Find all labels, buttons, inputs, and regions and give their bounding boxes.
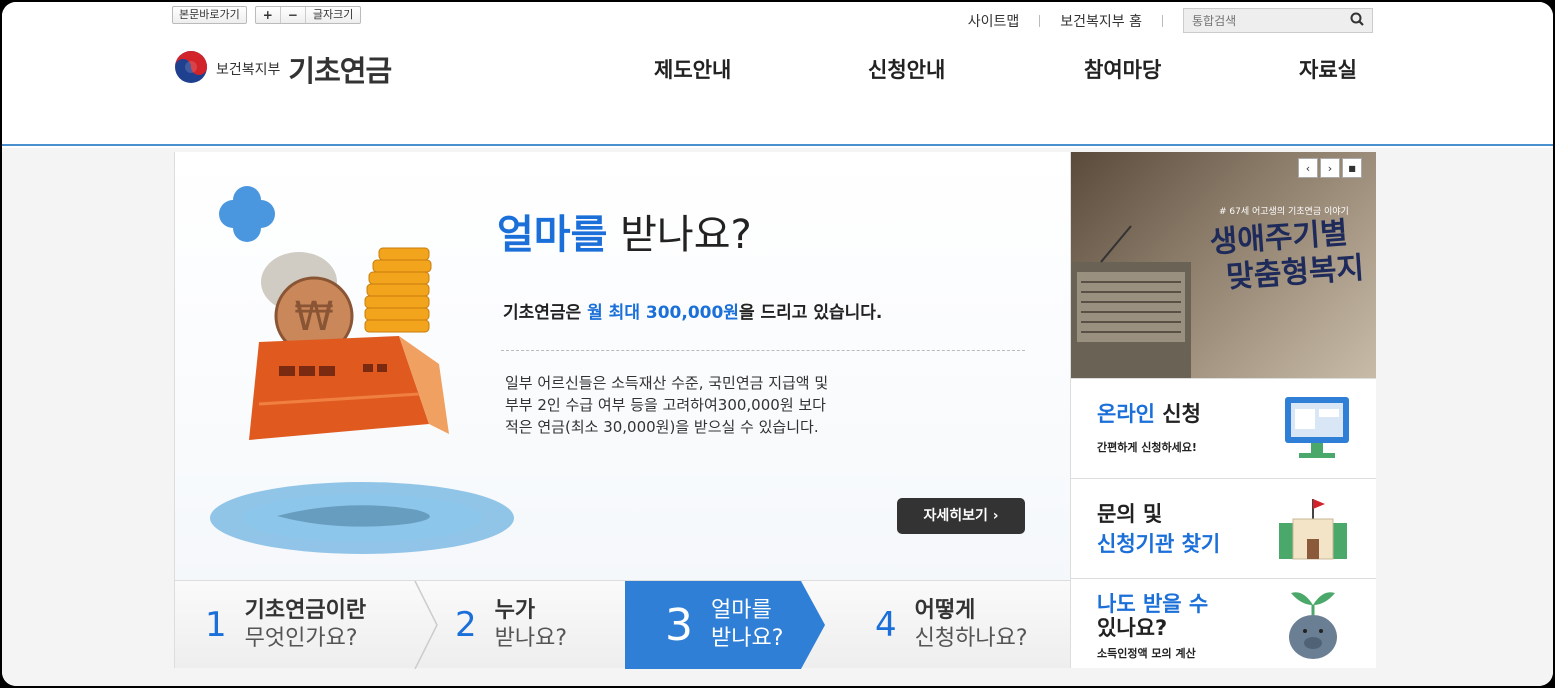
hero-panel: ₩ 얼마를 받나요? 기초연금은 월 최대 300,000원을 드리고 있습니다… [175,152,1070,580]
hero-lead: 기초연금은 월 최대 300,000원을 드리고 있습니다. [503,298,882,323]
hero-title: 얼마를 받나요? [497,202,752,260]
step-tab-1[interactable]: 1 기초연금이란무엇인가요? [175,581,415,669]
main-content: ₩ 얼마를 받나요? 기초연금은 월 최대 300,000원을 드리고 있습니다… [2,148,1553,686]
utility-nav: 사이트맵 보건복지부 홈 [948,8,1373,33]
step-title: 누가 [494,598,536,623]
ministry-name: 보건복지부 [216,62,281,78]
coins-card-icon: ₩ [239,244,459,463]
hero-lead-amount: 월 최대 300,000원 [587,303,739,323]
castle-icon [1275,497,1351,565]
more-details-button[interactable]: 자세히보기 › [897,498,1025,534]
step-number: 2 [455,605,477,645]
step-tab-3[interactable]: 3 얼마를받나요? [625,581,825,669]
banner-controls: ‹ › ■ [1298,158,1362,178]
hero-lead-post: 을 드리고 있습니다. [738,303,883,323]
font-size-control: + − 글자크기 [254,6,362,24]
step-title: 어떻게 [914,598,976,623]
piggybank-icon [1285,585,1341,669]
online-apply-rest: 신청 [1154,402,1201,426]
step-tabs: 1 기초연금이란무엇인가요? 2 누가받나요? 3 얼마를받나요? 4 어떻게신… [175,580,1070,670]
hero-title-highlight: 얼마를 [497,212,608,258]
step-subtitle: 신청하나요? [914,626,1028,651]
hero-description: 일부 어르신들은 소득재산 수준, 국민연금 지급액 및 부부 2인 수급 여부… [505,374,829,436]
nav-item-archive[interactable]: 자료실 [1299,54,1357,84]
search-input[interactable] [1192,13,1332,28]
nav-item-application-guide[interactable]: 신청안내 [868,54,945,84]
taegeuk-logo-icon [174,50,208,88]
sitemap-link[interactable]: 사이트맵 [948,11,1040,31]
font-size-label: 글자크기 [312,8,354,21]
ministry-home-link[interactable]: 보건복지부 홈 [1040,11,1162,31]
font-decrease-button[interactable]: − [281,7,306,23]
browser-frame: 본문바로가기 + − 글자크기 사이트맵 보건복지부 홈 통합검색 보건복지부 … [2,2,1553,686]
nav-item-system-guide[interactable]: 제도안내 [654,54,731,84]
online-apply-title: 온라인 신청 [1097,399,1201,429]
calculator-subtitle: 소득인정액 모의 계산 [1097,647,1196,660]
brand-name: 기초연금 [288,54,392,88]
search-icon[interactable] [1350,11,1364,30]
radio-illustration-icon [1071,222,1201,378]
promo-banner[interactable]: ‹ › ■ # 67세 어고생의 기초연금 이야기 생애주기별 맞춤형복지 [1071,152,1376,378]
banner-next-button[interactable]: › [1320,158,1340,178]
accessibility-row: 본문바로가기 + − 글자크기 [172,6,362,24]
banner-prev-button[interactable]: ‹ [1298,158,1318,178]
step-number: 3 [665,599,693,651]
inquiry-title-line1: 문의 및 [1097,502,1163,526]
skip-to-content-button[interactable]: 본문바로가기 [172,6,247,24]
step-tab-4[interactable]: 4 어떻게신청하나요? [845,581,1070,669]
step-number: 4 [875,605,897,645]
banner-stop-button[interactable]: ■ [1342,158,1362,178]
nav-item-participation[interactable]: 참여마당 [1084,54,1161,84]
calculator-card[interactable]: 나도 받을 수 있나요? 소득인정액 모의 계산 [1071,578,1376,668]
online-apply-card[interactable]: 온라인 신청 간편하게 신청하세요! [1071,378,1376,478]
hero-divider [501,350,1025,351]
step-tab-2[interactable]: 2 누가받나요? [439,581,629,669]
font-increase-button[interactable]: + [256,7,281,23]
banner-subtitle: # 67세 어고생의 기초연금 이야기 [1219,207,1349,217]
svg-text:₩: ₩ [294,294,334,340]
hero-title-rest: 받나요? [607,212,752,258]
search-box [1183,8,1373,33]
step-subtitle: 받나요? [711,626,784,651]
inquiry-title-line2: 신청기관 찾기 [1097,532,1221,556]
step-subtitle: 무엇인가요? [244,626,358,651]
puddle-illustration-icon [207,478,517,562]
util-divider [1162,14,1163,27]
hero-lead-pre: 기초연금은 [503,303,588,323]
calculator-title-line2: 있나요? [1097,616,1168,640]
step-title: 얼마를 [711,598,772,623]
side-column: ‹ › ■ # 67세 어고생의 기초연금 이야기 생애주기별 맞춤형복지 온라… [1070,152,1376,668]
step-subtitle: 받나요? [494,626,568,651]
inquiry-card[interactable]: 문의 및 신청기관 찾기 [1071,478,1376,578]
site-header: 본문바로가기 + − 글자크기 사이트맵 보건복지부 홈 통합검색 보건복지부 … [2,2,1553,146]
cross-decoration-icon [217,184,277,248]
monitor-icon [1283,395,1351,465]
visual-stage: ₩ 얼마를 받나요? 기초연금은 월 최대 300,000원을 드리고 있습니다… [174,152,1376,670]
banner-title: 생애주기별 맞춤형복지 [1209,215,1366,297]
online-apply-highlight: 온라인 [1097,402,1155,426]
step-separator-chevron-icon [413,580,439,673]
step-number: 1 [205,605,227,645]
step-title: 기초연금이란 [244,598,367,623]
site-logo[interactable]: 보건복지부 기초연금 [174,48,392,90]
online-apply-subtitle: 간편하게 신청하세요! [1097,441,1197,454]
